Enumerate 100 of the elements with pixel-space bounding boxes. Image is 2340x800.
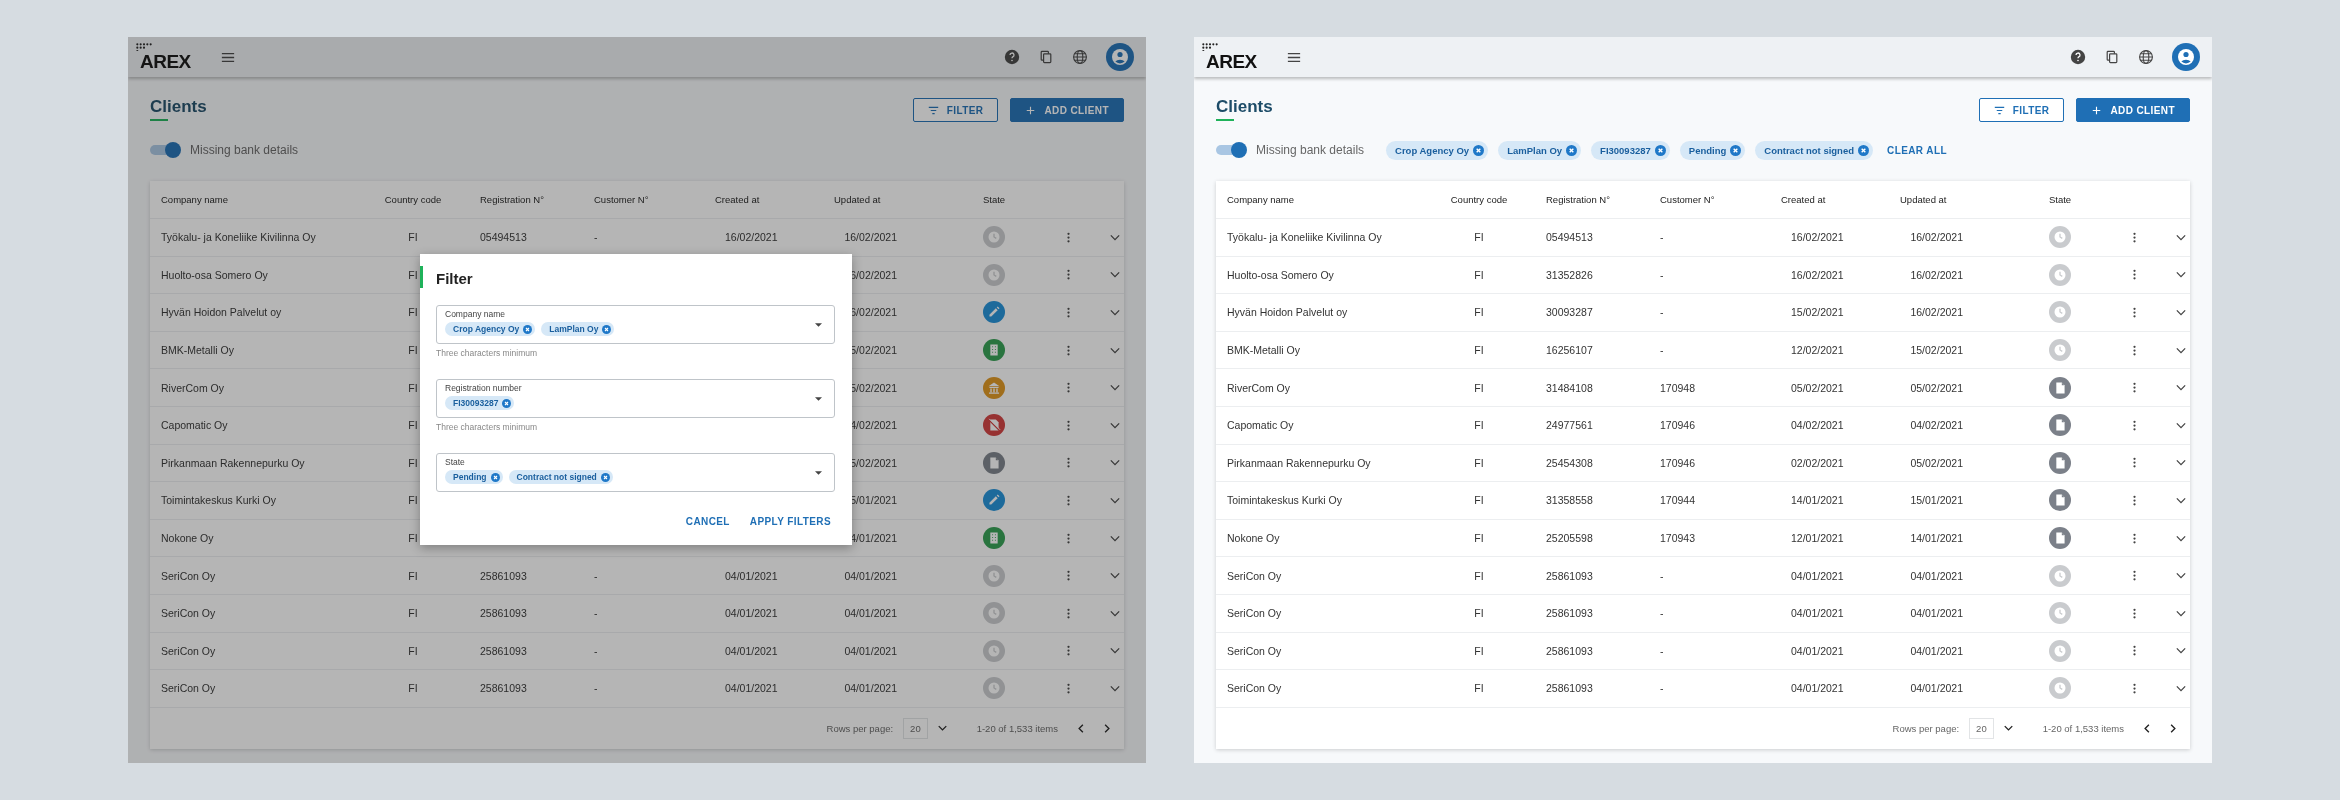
- filter-chip[interactable]: LamPlan Oy: [1498, 140, 1582, 160]
- table-cell-text: Työkalu- ja Koneliike Kivilinna Oy: [1227, 231, 1383, 244]
- next-page-icon[interactable]: [1104, 723, 1110, 733]
- remove-icon[interactable]: [602, 324, 612, 334]
- chevron-down-icon[interactable]: [2176, 309, 2186, 316]
- chevron-down-icon[interactable]: [2176, 647, 2186, 655]
- previous-page-icon[interactable]: [1078, 723, 1084, 733]
- more-icon[interactable]: [1066, 682, 1070, 694]
- plus-icon: [1025, 105, 1037, 115]
- chevron-down-icon[interactable]: [2176, 534, 2186, 542]
- clear-all-button[interactable]: CLEAR ALL: [1883, 142, 1951, 158]
- filter-chip[interactable]: LamPlan Oy: [541, 322, 615, 336]
- chevron-down-icon[interactable]: [2176, 346, 2186, 354]
- select-field[interactable]: Registration number FI30093287: [436, 379, 835, 418]
- more-icon[interactable]: [2132, 382, 2136, 394]
- menu-icon[interactable]: [1286, 51, 1301, 63]
- more-icon[interactable]: [1066, 645, 1070, 657]
- more-icon[interactable]: [2132, 532, 2136, 544]
- filter-chip[interactable]: FI30093287: [1591, 140, 1670, 160]
- more-icon[interactable]: [2132, 494, 2136, 506]
- column-header: Created at: [1781, 194, 1827, 205]
- copy-icon[interactable]: [1038, 49, 1054, 65]
- toggle-switch[interactable]: [1216, 145, 1246, 155]
- remove-icon[interactable]: [1566, 144, 1578, 156]
- more-icon[interactable]: [1066, 231, 1070, 243]
- table-cell-text: 04/01/2021: [844, 644, 898, 657]
- table-cell-text: 14/01/2021: [1910, 532, 1964, 545]
- more-icon[interactable]: [2132, 307, 2136, 318]
- more-icon[interactable]: [1066, 344, 1070, 356]
- copy-icon[interactable]: [2104, 49, 2120, 65]
- globe-icon[interactable]: [1072, 49, 1088, 65]
- menu-icon[interactable]: [220, 51, 235, 63]
- rows-per-page-field[interactable]: 20: [1969, 717, 1994, 739]
- more-icon[interactable]: [1066, 419, 1070, 431]
- page-range: 1-20 of 1,533 items: [2042, 722, 2124, 734]
- help-icon[interactable]: [2070, 49, 2086, 65]
- chevron-down-icon[interactable]: [2176, 421, 2186, 429]
- more-icon[interactable]: [2132, 457, 2136, 469]
- remove-icon[interactable]: [1473, 144, 1485, 156]
- chevron-down-icon[interactable]: [2176, 271, 2186, 279]
- filter-chip[interactable]: Crop Agency Oy: [445, 322, 536, 336]
- remove-icon[interactable]: [502, 398, 512, 408]
- chevron-down-icon[interactable]: [2176, 459, 2186, 467]
- add-client-button[interactable]: ADD CLIENT: [2076, 98, 2190, 122]
- remove-icon[interactable]: [1858, 144, 1869, 156]
- avatar-icon[interactable]: [2172, 43, 2200, 71]
- filter-button[interactable]: FILTER: [912, 98, 999, 122]
- more-icon[interactable]: [1066, 494, 1070, 506]
- filter-chip[interactable]: Pending: [445, 470, 503, 484]
- remove-icon[interactable]: [1654, 144, 1666, 156]
- table-cell-text: 04/01/2021: [1790, 569, 1845, 582]
- more-icon[interactable]: [2132, 344, 2136, 356]
- cancel-button[interactable]: CANCEL: [681, 514, 734, 529]
- more-icon[interactable]: [2132, 607, 2136, 619]
- select-field[interactable]: Company name Crop Agency Oy LamPlan Oy: [436, 305, 835, 344]
- chevron-down-icon[interactable]: [2176, 384, 2186, 392]
- avatar-icon[interactable]: [1106, 43, 1134, 71]
- more-icon[interactable]: [2132, 570, 2136, 582]
- filter-chip[interactable]: Contract not signed: [1755, 140, 1873, 160]
- caret-icon[interactable]: [815, 397, 822, 401]
- filter-chip[interactable]: Pending: [1679, 140, 1746, 160]
- chevron-down-icon[interactable]: [2176, 572, 2186, 580]
- more-icon[interactable]: [1066, 307, 1070, 318]
- more-icon[interactable]: [2132, 645, 2136, 657]
- remove-icon[interactable]: [600, 472, 610, 482]
- filter-button[interactable]: FILTER: [1978, 98, 2065, 122]
- filter-chip[interactable]: Crop Agency Oy: [1386, 140, 1489, 160]
- remove-icon[interactable]: [523, 324, 533, 334]
- caret-icon[interactable]: [815, 471, 822, 475]
- more-icon[interactable]: [1066, 269, 1070, 281]
- chevron-down-icon[interactable]: [2003, 725, 2013, 732]
- previous-page-icon[interactable]: [2144, 723, 2150, 733]
- table-cell-text: RiverCom Oy: [1227, 381, 1291, 394]
- rows-per-page-field[interactable]: 20: [903, 717, 928, 739]
- more-icon[interactable]: [1066, 457, 1070, 469]
- chevron-down-icon[interactable]: [2176, 233, 2186, 241]
- add-client-button[interactable]: ADD CLIENT: [1010, 98, 1124, 122]
- chevron-down-icon[interactable]: [937, 725, 947, 732]
- more-icon[interactable]: [2132, 419, 2136, 431]
- more-icon[interactable]: [2132, 231, 2136, 243]
- filter-chip[interactable]: Contract not signed: [508, 470, 613, 484]
- chevron-down-icon[interactable]: [2176, 684, 2186, 692]
- remove-icon[interactable]: [490, 472, 500, 482]
- next-page-icon[interactable]: [2170, 723, 2176, 733]
- more-icon[interactable]: [1066, 382, 1070, 394]
- remove-icon[interactable]: [1730, 144, 1742, 156]
- more-icon[interactable]: [2132, 269, 2136, 281]
- filter-chip[interactable]: FI30093287: [445, 396, 515, 410]
- caret-icon[interactable]: [815, 323, 822, 327]
- toggle-switch[interactable]: [150, 145, 180, 155]
- chevron-down-icon[interactable]: [2176, 609, 2186, 617]
- help-icon[interactable]: [1004, 49, 1020, 65]
- more-icon[interactable]: [1066, 570, 1070, 582]
- chevron-down-icon[interactable]: [2176, 496, 2186, 504]
- more-icon[interactable]: [2132, 682, 2136, 694]
- apply-filters-button[interactable]: APPLY FILTERS: [745, 514, 835, 529]
- more-icon[interactable]: [1066, 607, 1070, 619]
- globe-icon[interactable]: [2138, 49, 2154, 65]
- select-field[interactable]: State Pending Contract not signed: [436, 453, 835, 492]
- more-icon[interactable]: [1066, 532, 1070, 544]
